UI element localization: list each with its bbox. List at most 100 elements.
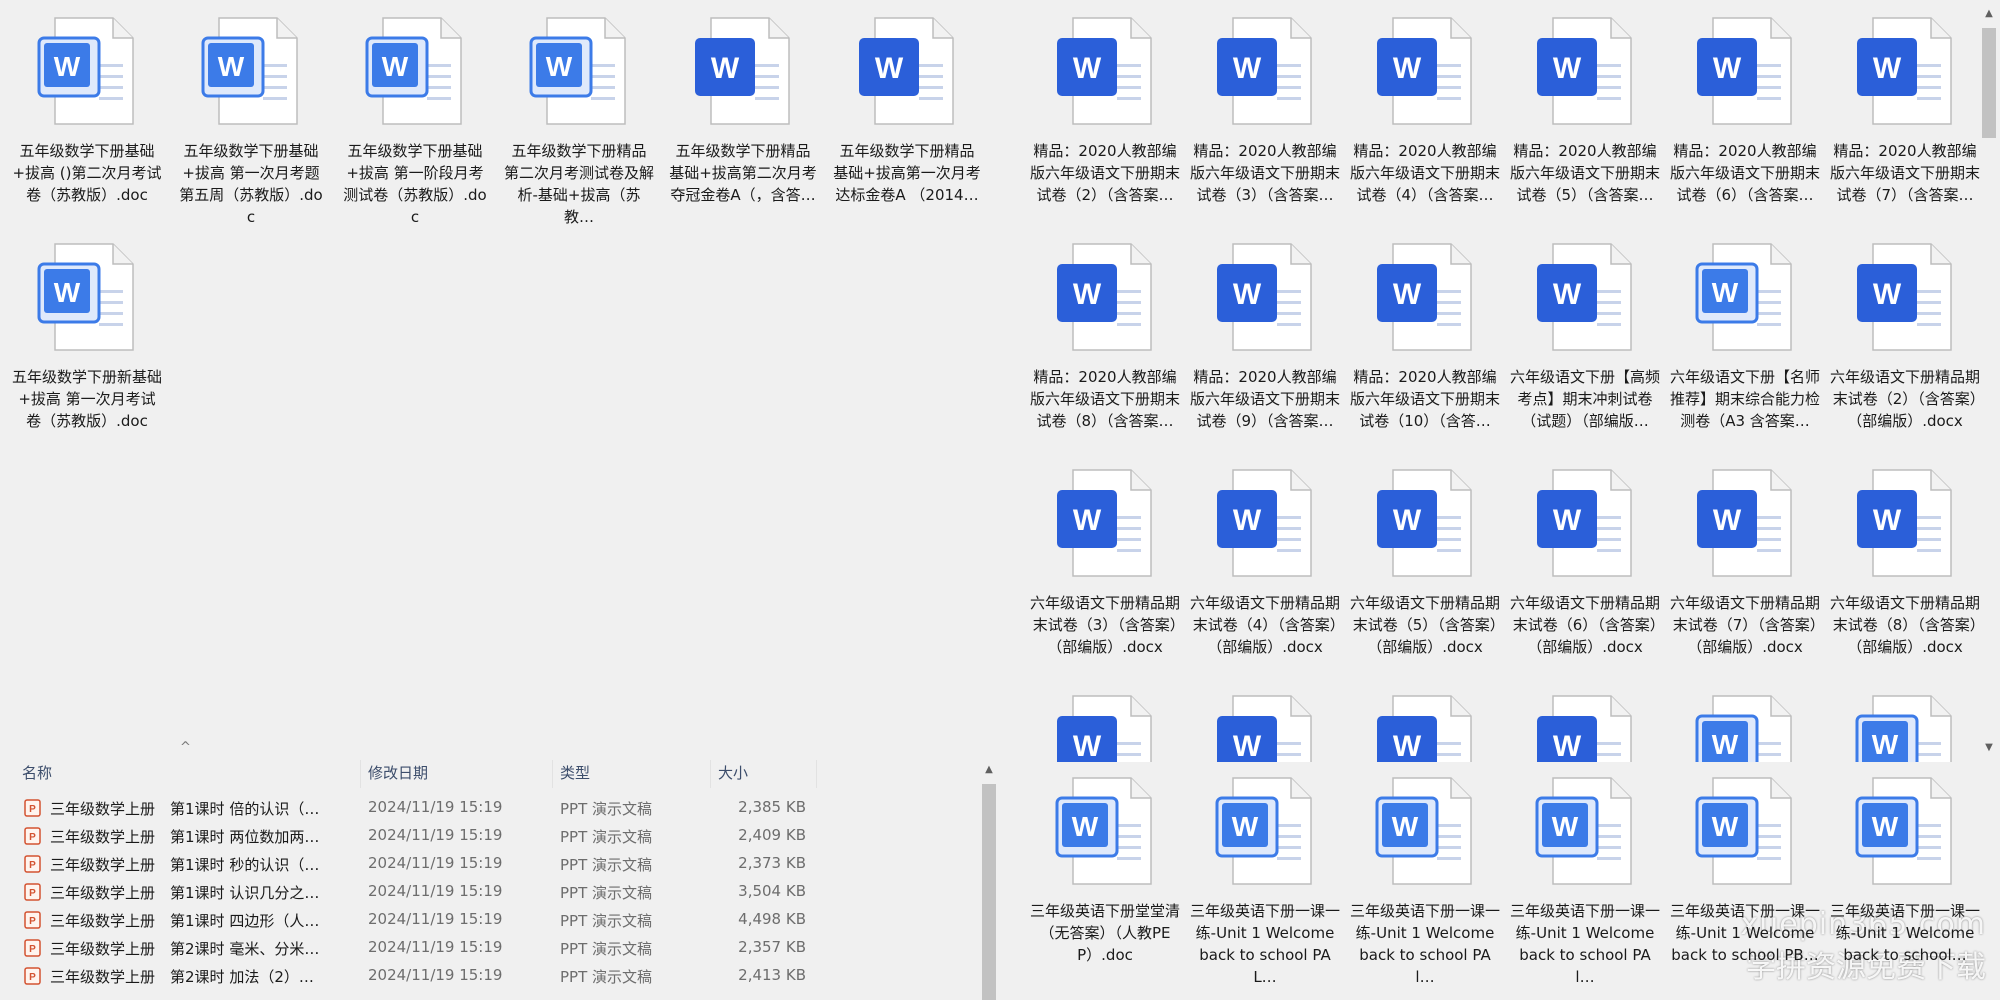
file-icon-item[interactable]: W 精品：2020人教部编版六年级语文下册期末试卷（8）（含答案… bbox=[1030, 238, 1180, 432]
file-icon-item[interactable]: W bbox=[1510, 690, 1660, 762]
file-icon-item[interactable]: W 六年级语文下册精品期末试卷（4）（含答案）（部编版）.docx bbox=[1190, 464, 1340, 658]
details-scroll-thumb[interactable] bbox=[982, 784, 996, 1000]
word-document-icon: W bbox=[1537, 469, 1632, 577]
column-divider[interactable] bbox=[816, 760, 817, 788]
file-icon-item[interactable]: W 五年级数学下册精品 第二次月考测试卷及解析-基础+拔高（苏教… bbox=[504, 12, 654, 228]
word-document-icon: W bbox=[1537, 695, 1632, 762]
table-row[interactable]: P 三年级数学上册 第1课时 认识几分之… 2024/11/19 15:19 PPT … bbox=[0, 878, 980, 905]
file-icon-item[interactable]: W 六年级语文下册精品期末试卷（3）（含答案）（部编版）.docx bbox=[1030, 464, 1180, 658]
file-icon-item[interactable]: W bbox=[1350, 690, 1500, 762]
file-icon-item[interactable]: W 五年级数学下册基础+拔高 ()第二次月考试卷（苏教版）.doc bbox=[12, 12, 162, 206]
svg-text:P: P bbox=[29, 944, 36, 955]
column-header-name[interactable]: 名称 bbox=[22, 762, 52, 783]
file-name-label: 三年级英语下册一课一练-Unit 1 Welcome back to schoo… bbox=[1190, 902, 1340, 986]
svg-text:W: W bbox=[1713, 52, 1742, 85]
row-date: 2024/11/19 15:19 bbox=[368, 910, 503, 928]
file-icon-item[interactable]: W 六年级语文下册精品期末试卷（8）（含答案）（部编版）.docx bbox=[1830, 464, 1980, 658]
file-icon-item[interactable]: W 三年级英语下册一课一练-Unit 1 Welcome back to scho… bbox=[1670, 772, 1820, 966]
scroll-down-icon[interactable]: ▼ bbox=[1979, 738, 1999, 758]
row-date: 2024/11/19 15:19 bbox=[368, 938, 503, 956]
word-document-icon: W bbox=[1535, 777, 1632, 885]
column-divider[interactable] bbox=[552, 760, 553, 788]
table-row[interactable]: P 三年级数学上册 第2课时 加法（2）… 2024/11/19 15:19 PPT … bbox=[0, 962, 980, 989]
file-name-label: 五年级数学下册基础+拔高 ()第二次月考试卷（苏教版）.doc bbox=[12, 142, 162, 204]
column-divider[interactable] bbox=[710, 760, 711, 788]
file-icon-item[interactable]: W 六年级语文下册精品期末试卷（7）（含答案）（部编版）.docx bbox=[1670, 464, 1820, 658]
file-icon-item[interactable]: W 精品：2020人教部编版六年级语文下册期末试卷（5）（含答案… bbox=[1510, 12, 1660, 206]
details-scrollbar[interactable]: ▲ bbox=[978, 760, 1000, 1000]
word-document-icon: W bbox=[1697, 17, 1792, 125]
file-icon-item[interactable]: W 六年级语文下册精品期末试卷（2）（含答案）（部编版）.docx bbox=[1830, 238, 1980, 432]
file-icon-item[interactable]: W 五年级数学下册基础+拔高 第一次月考题第五周（苏教版）.doc bbox=[176, 12, 326, 228]
file-icon-item[interactable]: W 六年级语文下册【名师推荐】期末综合能力检测卷（A3 含答案… bbox=[1670, 238, 1820, 432]
file-icon-item[interactable]: W 六年级语文下册精品期末试卷（5）（含答案）（部编版）.docx bbox=[1350, 464, 1500, 658]
scroll-up-icon[interactable]: ▲ bbox=[1979, 4, 1999, 24]
file-name-label: 五年级数学下册基础+拔高 第一阶段月考测试卷（苏教版）.doc bbox=[343, 142, 487, 226]
details-header: ^ 名称 修改日期 类型 大小 bbox=[0, 740, 820, 788]
ppt-file-icon: P bbox=[24, 967, 41, 985]
file-icon-item[interactable]: W 五年级数学下册精品 基础+拔高第二次月考夺冠金卷A（，含答… bbox=[668, 12, 818, 206]
table-row[interactable]: P 三年级数学上册 第2课时 毫米、分米… 2024/11/19 15:19 PPT … bbox=[0, 934, 980, 961]
file-name-label: 精品：2020人教部编版六年级语文下册期末试卷（3）（含答案… bbox=[1190, 142, 1340, 204]
file-icon-item[interactable]: W 三年级英语下册一课一练-Unit 1 Welcome back to scho… bbox=[1830, 772, 1980, 966]
right-scroll-thumb[interactable] bbox=[1982, 28, 1996, 138]
file-icon-item[interactable]: W bbox=[1030, 690, 1180, 762]
table-row[interactable]: P 三年级数学上册 第1课时 两位数加两… 2024/11/19 15:19 PPT … bbox=[0, 822, 980, 849]
row-type: PPT 演示文稿 bbox=[560, 912, 653, 930]
ppt-file-icon: P bbox=[24, 855, 41, 873]
file-icon-item[interactable]: W 三年级英语下册一课一练-Unit 1 Welcome back to scho… bbox=[1350, 772, 1500, 988]
file-name-label: 精品：2020人教部编版六年级语文下册期末试卷（10）（含答… bbox=[1350, 368, 1500, 430]
column-divider[interactable] bbox=[360, 760, 361, 788]
table-row[interactable]: P 三年级数学上册 第1课时 四边形（人… 2024/11/19 15:19 PPT … bbox=[0, 906, 980, 933]
row-type: PPT 演示文稿 bbox=[560, 828, 653, 846]
file-icon-item[interactable]: W 五年级数学下册新基础+拔高 第一次月考试卷（苏教版）.doc bbox=[12, 238, 162, 432]
svg-text:W: W bbox=[711, 52, 740, 85]
column-header-size[interactable]: 大小 bbox=[718, 762, 748, 783]
scroll-up-icon[interactable]: ▲ bbox=[979, 760, 999, 780]
word-document-icon: W bbox=[1695, 695, 1792, 762]
word-document-icon: W bbox=[1217, 243, 1312, 351]
svg-text:W: W bbox=[1073, 504, 1102, 537]
file-icon-item[interactable]: W 精品：2020人教部编版六年级语文下册期末试卷（6）（含答案… bbox=[1670, 12, 1820, 206]
table-row[interactable]: P 三年级数学上册 第1课时 秒的认识（… 2024/11/19 15:19 PPT … bbox=[0, 850, 980, 877]
row-size: 2,373 KB bbox=[738, 854, 806, 872]
row-size: 2,385 KB bbox=[738, 798, 806, 816]
svg-text:W: W bbox=[1553, 504, 1582, 537]
file-icon-item[interactable]: W 精品：2020人教部编版六年级语文下册期末试卷（7）（含答案… bbox=[1830, 12, 1980, 206]
file-icon-item[interactable]: W 三年级英语下册一课一练-Unit 1 Welcome back to scho… bbox=[1510, 772, 1660, 988]
right-scrollbar[interactable]: ▲ ▼ bbox=[1978, 0, 2000, 762]
file-icon-item[interactable]: W 精品：2020人教部编版六年级语文下册期末试卷（2）（含答案… bbox=[1030, 12, 1180, 206]
table-row[interactable]: P 三年级数学上册 第1课时 倍的认识（… 2024/11/19 15:19 PPT … bbox=[0, 794, 980, 821]
word-document-icon: W bbox=[37, 17, 134, 125]
svg-text:W: W bbox=[1873, 52, 1902, 85]
left-file-grid: W 五年级数学下册基础+拔高 ()第二次月考试卷（苏教版）.doc W 五年级数学下册… bbox=[0, 0, 1000, 740]
word-document-icon: W bbox=[859, 17, 954, 125]
column-header-type[interactable]: 类型 bbox=[560, 762, 590, 783]
file-icon-item[interactable]: W 三年级英语下册堂堂清（无答案）（人教PEP）.doc bbox=[1030, 772, 1180, 966]
word-document-icon: W bbox=[1217, 695, 1312, 762]
svg-text:P: P bbox=[29, 916, 36, 927]
file-icon-item[interactable]: W 六年级语文下册精品期末试卷（6）（含答案）（部编版）.docx bbox=[1510, 464, 1660, 658]
file-icon-item[interactable]: W 精品：2020人教部编版六年级语文下册期末试卷（9）（含答案… bbox=[1190, 238, 1340, 432]
file-icon-item[interactable]: W 精品：2020人教部编版六年级语文下册期末试卷（10）（含答… bbox=[1350, 238, 1500, 432]
file-icon-item[interactable]: W bbox=[1190, 690, 1340, 762]
file-icon-item[interactable]: W 精品：2020人教部编版六年级语文下册期末试卷（3）（含答案… bbox=[1190, 12, 1340, 206]
file-name-label: 五年级数学下册精品 基础+拔高第一次月考达标金卷A （2014… bbox=[833, 142, 981, 204]
file-icon-item[interactable]: W 六年级语文下册【高频考点】期末冲刺试卷（试题）（部编版… bbox=[1510, 238, 1660, 432]
file-name-label: 六年级语文下册精品期末试卷（2）（含答案）（部编版）.docx bbox=[1830, 368, 1980, 430]
file-name-label: 六年级语文下册精品期末试卷（5）（含答案）（部编版）.docx bbox=[1350, 594, 1500, 656]
svg-text:W: W bbox=[1072, 811, 1099, 842]
file-icon-item[interactable]: W bbox=[1830, 690, 1980, 762]
row-date: 2024/11/19 15:19 bbox=[368, 966, 503, 984]
file-icon-item[interactable]: W bbox=[1670, 690, 1820, 762]
file-name-label: 三年级英语下册一课一练-Unit 1 Welcome back to schoo… bbox=[1670, 902, 1820, 964]
file-name-label: 六年级语文下册【高频考点】期末冲刺试卷（试题）（部编版… bbox=[1510, 368, 1660, 430]
file-icon-item[interactable]: W 精品：2020人教部编版六年级语文下册期末试卷（4）（含答案… bbox=[1350, 12, 1500, 206]
svg-text:W: W bbox=[1393, 504, 1422, 537]
word-document-icon: W bbox=[695, 17, 790, 125]
row-size: 3,504 KB bbox=[738, 882, 806, 900]
file-icon-item[interactable]: W 五年级数学下册基础+拔高 第一阶段月考测试卷（苏教版）.doc bbox=[340, 12, 490, 228]
file-icon-item[interactable]: W 三年级英语下册一课一练-Unit 1 Welcome back to scho… bbox=[1190, 772, 1340, 988]
column-header-date[interactable]: 修改日期 bbox=[368, 762, 428, 783]
file-icon-item[interactable]: W 五年级数学下册精品 基础+拔高第一次月考达标金卷A （2014… bbox=[832, 12, 982, 206]
